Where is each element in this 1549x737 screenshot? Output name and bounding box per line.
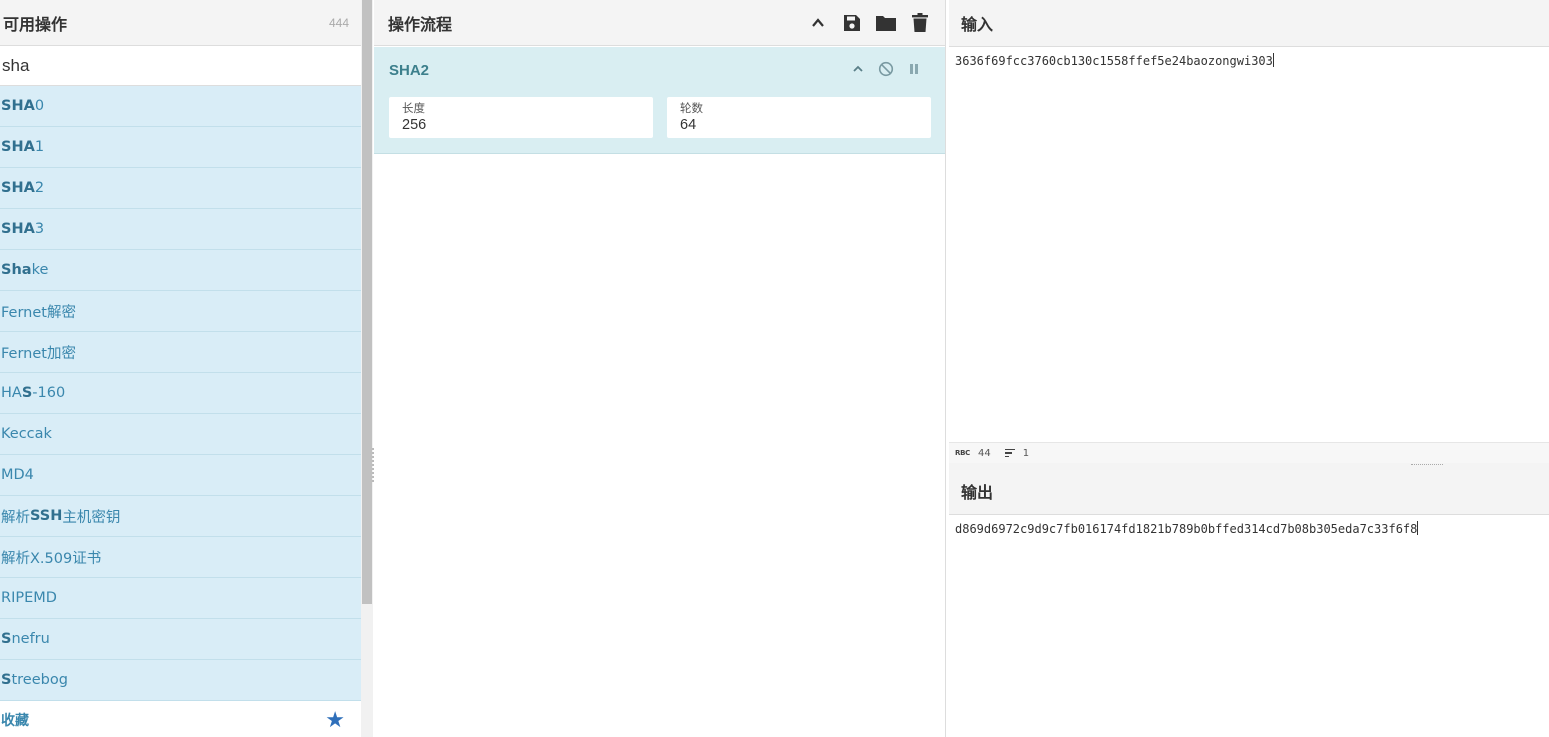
operation-label: 解析 [1, 509, 30, 526]
search-match-highlight: SHA [1, 98, 35, 114]
operation-label: 3 [34, 221, 45, 237]
input-textarea[interactable]: 3636f69fcc3760cb130c1558ffef5e24baozongw… [949, 47, 1549, 442]
text-cursor [1417, 521, 1419, 535]
operation-list-item[interactable]: HA S -160 [0, 373, 361, 414]
operation-list-item[interactable]: SHA 0 [0, 86, 361, 127]
operation-list-item[interactable]: 解析X.509证书 [0, 537, 361, 578]
save-icon[interactable] [841, 12, 863, 34]
chevron-up-icon[interactable] [849, 60, 867, 78]
disable-icon[interactable] [877, 60, 895, 78]
operation-list-item[interactable]: MD4 [0, 455, 361, 496]
operation-list-item[interactable]: Sha ke [0, 250, 361, 291]
operation-list-item[interactable]: RIPEMD [0, 578, 361, 619]
length-icon: RBC [955, 449, 970, 457]
input-title: 输入 [961, 15, 994, 34]
search-match-highlight: S [1, 672, 12, 688]
panel-resize-handle[interactable] [372, 448, 374, 482]
recipe-operation-sha2[interactable]: SHA2 长度 256 轮数 64 [374, 47, 945, 154]
input-status-bar: RBC 44 1 [949, 442, 1549, 463]
recipe-toolbar [807, 12, 931, 34]
operation-list-item[interactable]: Fernet解密 [0, 291, 361, 332]
recipe-header: 操作流程 [374, 0, 945, 46]
operation-controls [849, 60, 923, 78]
operations-scrollbar[interactable] [361, 0, 373, 737]
operation-label: MD4 [1, 467, 34, 483]
operations-header: 可用操作 444 [0, 0, 361, 46]
text-cursor [1272, 53, 1274, 67]
favourites-label: 收藏 [1, 712, 29, 729]
recipe-title: 操作流程 [388, 14, 453, 34]
operation-label: treebog [11, 672, 68, 688]
operation-label: -160 [32, 385, 66, 401]
arg-label: 轮数 [680, 101, 703, 115]
operation-list-item[interactable]: SHA 3 [0, 209, 361, 250]
operation-label: Keccak [1, 426, 52, 442]
output-title: 输出 [961, 483, 994, 502]
trash-icon[interactable] [909, 12, 931, 34]
resize-grip[interactable] [1411, 464, 1443, 466]
recipe-panel: 操作流程 SHA2 长度 256 轮数 64 [374, 0, 946, 737]
operations-panel: 可用操作 444 SHA0SHA1SHA2SHA3ShakeFernet解密Fe… [0, 0, 361, 737]
search-match-highlight: S [1, 631, 12, 647]
folder-icon[interactable] [875, 12, 897, 34]
io-panel: 输入 3636f69fcc3760cb130c1558ffef5e24baozo… [949, 0, 1549, 737]
operation-label: Fernet解密 [1, 304, 76, 321]
operation-label: HA [1, 385, 22, 401]
arg-length-field[interactable]: 长度 256 [389, 97, 653, 138]
input-header: 输入 [949, 0, 1549, 47]
search-match-highlight: SHA [1, 180, 35, 196]
cyberchef-app: 可用操作 444 SHA0SHA1SHA2SHA3ShakeFernet解密Fe… [0, 0, 1549, 737]
scrollbar-thumb[interactable] [362, 0, 372, 604]
operation-label: 解析X.509证书 [1, 550, 102, 567]
chevron-up-icon[interactable] [807, 12, 829, 34]
operations-title: 可用操作 [3, 14, 68, 34]
operation-label: 0 [34, 98, 45, 114]
operation-list-item[interactable]: 解析 SSH 主机密钥 [0, 496, 361, 537]
operation-list-item[interactable]: SHA 1 [0, 127, 361, 168]
operation-list-item[interactable]: Snefru [0, 619, 361, 660]
input-lines: 1 [1022, 447, 1030, 459]
operation-label: 主机密钥 [62, 509, 121, 526]
input-length: 44 [977, 447, 991, 459]
operation-label: 2 [34, 180, 45, 196]
operation-label: Fernet加密 [1, 345, 76, 362]
operation-list-item[interactable]: Fernet加密 [0, 332, 361, 373]
search-match-highlight: S [21, 385, 33, 401]
search-match-highlight: Sha [1, 262, 32, 278]
search-match-highlight: SHA [1, 221, 35, 237]
operation-label: 1 [34, 139, 45, 155]
output-section: 输出 d869d6972c9d9c7fb016174fd1821b789b0bf… [949, 468, 1549, 737]
arg-value: 256 [402, 117, 427, 133]
search-match-highlight: SHA [1, 139, 35, 155]
search-match-highlight: SSH [30, 508, 63, 524]
operation-list-item[interactable]: Streebog [0, 660, 361, 701]
input-text: 3636f69fcc3760cb130c1558ffef5e24baozongw… [955, 54, 1273, 68]
output-header: 输出 [949, 468, 1549, 515]
operation-name: SHA2 [389, 62, 430, 79]
favourites-bar[interactable]: 收藏 ★ [0, 702, 361, 737]
arg-value: 64 [680, 117, 697, 133]
operation-list: SHA 0 SHA 1 SHA 2 SHA 3 Sha ke Fernet解密 Fernet加密 HA S… [0, 86, 361, 701]
pause-icon[interactable] [905, 60, 923, 78]
output-textarea[interactable]: d869d6972c9d9c7fb016174fd1821b789b0bffed… [949, 515, 1549, 542]
operation-list-item[interactable]: SHA 2 [0, 168, 361, 209]
operation-list-item[interactable]: Keccak [0, 414, 361, 455]
operation-label: RIPEMD [1, 590, 57, 606]
output-text: d869d6972c9d9c7fb016174fd1821b789b0bffed… [955, 522, 1418, 536]
search-box [0, 46, 361, 86]
operation-label: ke [31, 262, 49, 278]
operation-label: nefru [11, 631, 50, 647]
star-icon[interactable]: ★ [325, 708, 345, 731]
operations-count: 444 [328, 15, 349, 30]
arg-label: 长度 [402, 101, 425, 115]
lines-icon [1004, 448, 1015, 458]
arg-rounds-field[interactable]: 轮数 64 [667, 97, 931, 138]
search-input[interactable] [2, 55, 359, 76]
